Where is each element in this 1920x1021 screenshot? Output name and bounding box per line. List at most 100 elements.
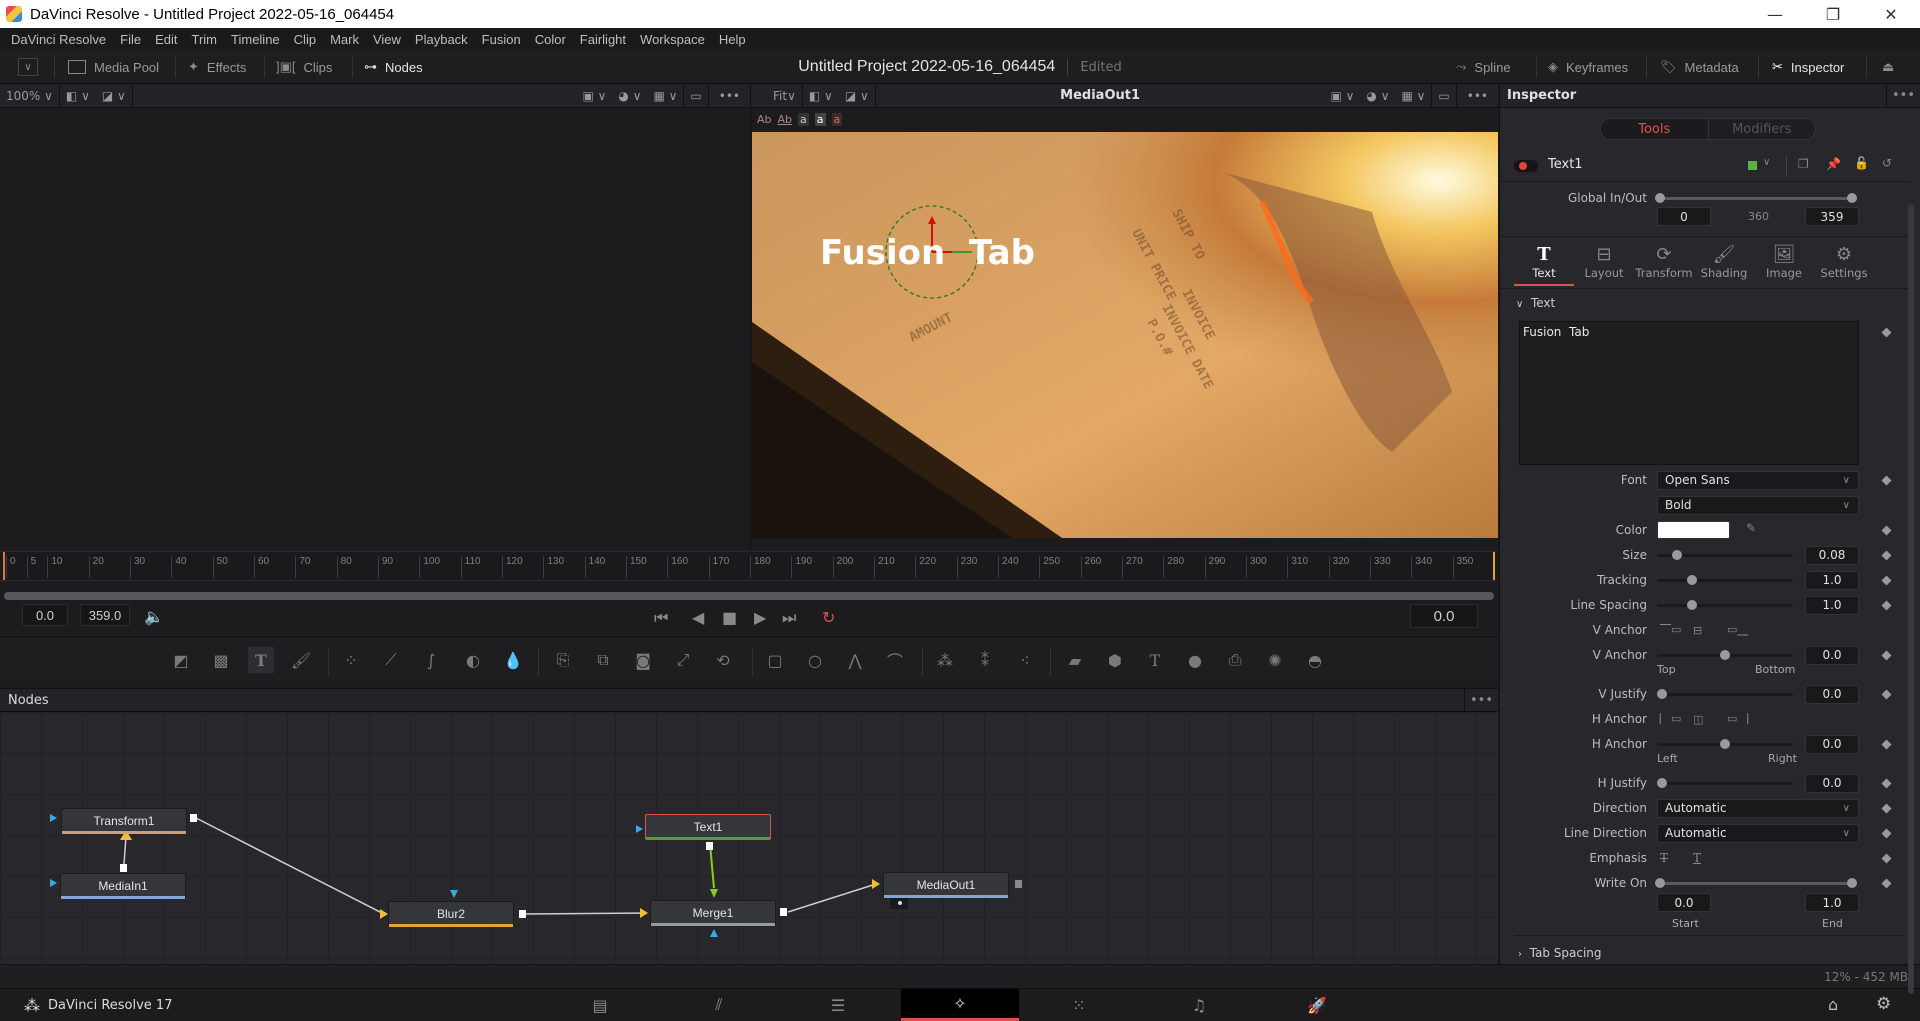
write-on-start-handle[interactable] [1655,878,1665,888]
direction-dropdown[interactable]: Automatic ∨ [1657,798,1859,818]
anchor-middle-icon[interactable]: ⊟ [1693,624,1702,637]
fullscreen-toggle-button[interactable]: ⏏ [1882,50,1894,84]
go-to-end-button[interactable]: ⏭ [782,608,796,628]
text-tool-ab-1[interactable]: Ab [757,113,772,126]
keyframe-diamond-icon[interactable] [1881,878,1892,889]
page-tab-fairlight[interactable]: ♫ [1140,989,1258,1021]
tool-color-chevron-icon[interactable]: ∨ [1763,157,1770,168]
line-direction-dropdown[interactable]: Automatic ∨ [1657,823,1859,843]
nodes-more-button[interactable]: ••• [1464,688,1498,712]
subtab-layout[interactable]: ⊟ Layout [1574,242,1634,286]
output-port[interactable] [120,864,127,872]
node-mediaout1[interactable]: MediaOut1 [883,872,1009,898]
page-tab-edit[interactable]: ☰ [779,989,897,1021]
render-start-field[interactable]: 0.0 [22,604,68,626]
left-fullscreen-button[interactable]: ▭ [684,89,707,103]
right-channel-dropdown[interactable]: ◕ ∨ [1360,89,1395,103]
v-justify-slider[interactable] [1657,689,1793,699]
font-style-dropdown[interactable]: Bold ∨ [1657,495,1859,515]
anchor-bottom-icon[interactable]: ▭⎽ [1727,623,1748,637]
tracking-slider[interactable] [1657,575,1793,585]
menu-fairlight[interactable]: Fairlight [573,32,633,47]
h-justify-slider-knob[interactable] [1657,778,1667,788]
node-transform1[interactable]: Transform1 [61,808,187,834]
particle-emitter-tool-icon[interactable]: ⁂ [932,647,958,673]
page-tab-deliver[interactable]: 🚀 [1258,989,1376,1021]
viewer-image[interactable]: SHIP TO UNIT PRICE INVOICE INVOICE DATE … [752,132,1498,538]
subtab-transform[interactable]: ⟳ Transform [1634,242,1694,286]
home-icon[interactable]: ⌂ [1828,995,1838,1014]
keyframe-diamond-icon[interactable] [1881,778,1892,789]
render-end-marker[interactable] [1493,552,1495,580]
line-spacing-slider-knob[interactable] [1687,600,1698,610]
channel-booleans-tool-icon[interactable]: ◙ [630,647,656,673]
v-justify-field[interactable]: 0.0 [1805,684,1859,704]
keyframe-diamond-icon[interactable] [1881,575,1892,586]
node-blur2[interactable]: Blur2 [388,901,514,927]
right-fullscreen-button[interactable]: ▭ [1432,89,1455,103]
color-corrector-tool-icon[interactable]: ∫ [418,647,444,673]
menu-timeline[interactable]: Timeline [224,32,287,47]
node-editor[interactable]: Transform1 MediaIn1 Blur2 Text1 Merge1 M… [0,712,1498,964]
color-curves-tool-icon[interactable]: ⟋ [378,647,404,673]
h-anchor-slider[interactable] [1657,739,1793,749]
text-plus-tool-icon[interactable]: T [248,647,274,673]
left-layout-dropdown[interactable]: ◧ ∨ [60,89,96,103]
pin-icon[interactable]: 📌 [1826,157,1841,171]
spline-button[interactable]: ⤳ Spline [1456,50,1511,84]
h-anchor-field[interactable]: 0.0 [1805,734,1859,754]
matte-control-tool-icon[interactable]: 💧 [500,647,526,673]
resize-tool-icon[interactable]: ⤢ [670,647,696,673]
global-out-handle[interactable] [1847,192,1857,203]
spot-light-tool-icon[interactable]: ✺ [1262,647,1288,673]
menu-file[interactable]: File [113,32,148,47]
text-section-toggle[interactable]: ∨ Text [1516,296,1555,310]
global-out-field[interactable]: 359 [1805,207,1859,226]
blur-tool-icon[interactable]: ⁘ [338,647,364,673]
inspector-more-button[interactable]: ••• [1886,83,1920,108]
v-anchor-field[interactable]: 0.0 [1805,645,1859,665]
left-grid-dropdown[interactable]: ▦ ∨ [647,89,683,103]
subtab-text[interactable]: T Text [1514,242,1574,286]
right-roi-dropdown[interactable]: ◪ ∨ [839,89,875,103]
inspector-scrollbar[interactable] [1908,204,1914,994]
nodes-button[interactable]: ⊶ Nodes [364,50,423,84]
particle-render-tool-icon[interactable]: ⁑ [972,647,998,673]
page-tab-cut[interactable]: ⫽ [660,989,778,1021]
text-tool-a-3[interactable]: a [831,112,843,126]
anchor-center-icon[interactable]: ◫ [1693,713,1703,726]
modifiers-tab[interactable]: Modifiers [1707,119,1816,139]
renderer-3d-tool-icon[interactable]: ◓ [1302,647,1328,673]
size-slider[interactable] [1657,550,1793,560]
anchor-left-icon[interactable]: ⎸▭ [1660,712,1681,726]
versions-icon[interactable]: ❐ [1798,157,1809,171]
transform-tool-icon[interactable]: ⟲ [710,647,736,673]
keyframe-diamond-icon[interactable] [1881,739,1892,750]
text-tool-a-2[interactable]: a [814,112,826,126]
menu-view[interactable]: View [366,32,408,47]
close-button[interactable]: ✕ [1862,0,1920,28]
settings-gear-icon[interactable]: ⚙ [1876,994,1891,1014]
global-in-handle[interactable] [1655,192,1665,203]
h-justify-slider[interactable] [1657,778,1793,788]
page-tab-media[interactable]: ▤ [541,989,659,1021]
tools-tab[interactable]: Tools [1601,119,1708,139]
left-more-button[interactable]: ••• [709,89,750,103]
metadata-button[interactable]: 🏷 Metadata [1660,50,1739,84]
keyframes-button[interactable]: ◈ Keyframes [1548,50,1628,84]
play-forward-button[interactable]: ▶ [754,608,766,627]
right-safe-area-dropdown[interactable]: ▣ ∨ [1324,89,1360,103]
menu-help[interactable]: Help [712,32,753,47]
play-reverse-button[interactable]: ◀ [692,608,704,627]
time-scrollbar[interactable] [4,592,1494,600]
text-tool-a-1[interactable]: a [798,112,809,126]
menu-davinci-resolve[interactable]: DaVinci Resolve [4,32,113,47]
keyframe-diamond-icon[interactable] [1881,828,1892,839]
left-roi-dropdown[interactable]: ◪ ∨ [96,89,132,103]
image-plane-3d-tool-icon[interactable]: ▰ [1062,647,1088,673]
text-3d-tool-icon[interactable]: T [1142,647,1168,673]
color-swatch[interactable] [1657,521,1730,539]
page-tab-color[interactable]: ⁙ [1020,989,1138,1021]
line-spacing-field[interactable]: 1.0 [1805,595,1859,615]
shape-3d-tool-icon[interactable]: ⬢ [1102,647,1128,673]
